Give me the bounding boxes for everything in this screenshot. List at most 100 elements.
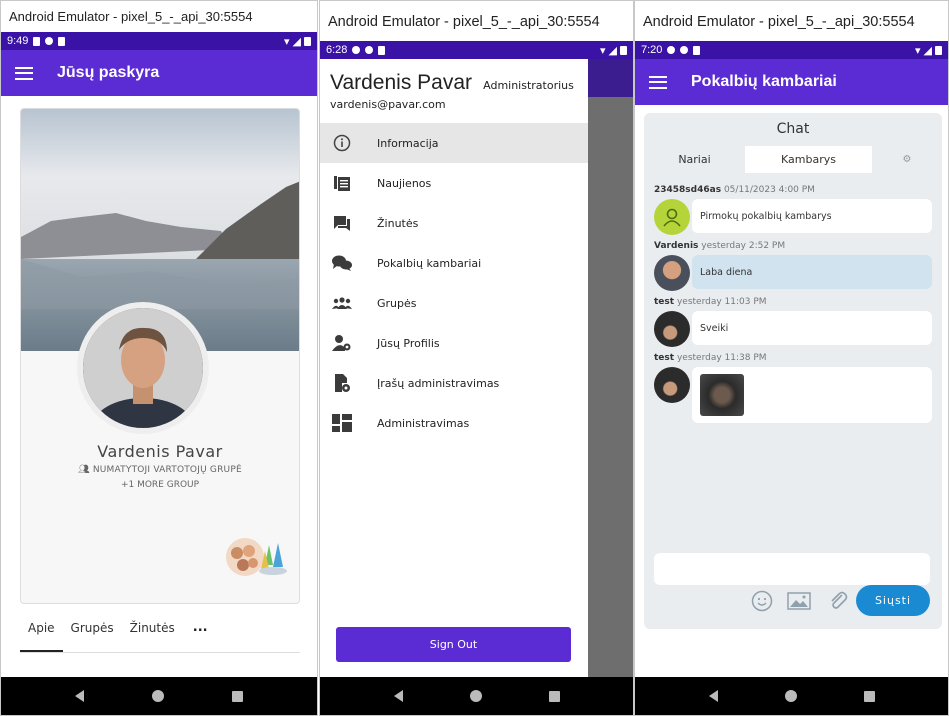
menu-item-grupes[interactable]: Grupės [320, 283, 588, 323]
tab-zinutes[interactable]: Žinutės [122, 613, 183, 652]
message-author: 23458sd46as [654, 185, 722, 195]
menu-icon[interactable] [649, 75, 667, 89]
menu-item-label: Grupės [377, 296, 417, 310]
menu-icon[interactable] [15, 66, 33, 80]
avatar[interactable] [83, 308, 203, 428]
groups-icon [332, 294, 352, 312]
message-time: 05/11/2023 4:00 PM [723, 185, 815, 195]
message-time: yesterday 11:38 PM [676, 353, 767, 363]
notification-icon [58, 36, 66, 46]
message-author: test [654, 297, 675, 307]
notification-icon [680, 46, 689, 54]
battery-icon [304, 36, 311, 46]
status-time: 6:28 [326, 44, 348, 56]
profile-name: Vardenis Pavar [97, 442, 223, 461]
message-meta: 23458sd46as 05/11/2023 4:00 PM [654, 185, 932, 198]
send-button[interactable]: Siųsti [856, 585, 930, 616]
wifi-icon: ▾ [915, 44, 921, 57]
profile-settings-icon [332, 334, 352, 352]
recents-icon[interactable] [232, 690, 243, 702]
more-groups-link[interactable]: +1 MORE GROUP [21, 480, 299, 490]
page-title: Pokalbių kambariai [691, 73, 837, 90]
wifi-icon: ▾ [600, 44, 606, 57]
more-tabs-button[interactable]: ... [183, 613, 218, 652]
menu-item-zinutes[interactable]: Žinutės [320, 203, 588, 243]
menu-item-administravimas[interactable]: Administravimas [320, 403, 588, 443]
user-email: vardenis@pavar.com [330, 98, 446, 111]
group-icon: 👥︎ [78, 465, 93, 475]
user-placeholder-icon[interactable] [654, 199, 690, 235]
image-icon[interactable] [787, 589, 811, 613]
avatar[interactable] [654, 367, 690, 403]
window-title: Android Emulator - pixel_5_-_api_30:5554 [320, 1, 633, 41]
back-icon[interactable] [75, 690, 84, 702]
message-input[interactable] [654, 553, 930, 585]
status-time: 9:49 [7, 35, 29, 47]
tab-kambarys[interactable]: Kambarys [745, 146, 872, 173]
notification-icon [352, 46, 361, 54]
chat-title: Chat [776, 121, 810, 137]
page-title: Jūsų paskyra [57, 64, 160, 81]
message-row: Laba diena [654, 255, 932, 291]
emulator-window-drawer: Android Emulator - pixel_5_-_api_30:5554… [319, 0, 634, 716]
status-bar: 6:28 ▾ ◢ [320, 41, 633, 59]
recents-icon[interactable] [548, 690, 560, 702]
avatar[interactable] [654, 311, 690, 347]
message-bubble: Sveiki [692, 311, 932, 345]
menu-item-label: Pokalbių kambariai [377, 256, 482, 270]
profile-tabs: Apie Grupės Žinutės ... [20, 613, 300, 653]
tab-apie[interactable]: Apie [20, 613, 63, 652]
menu-item-irasu-administravimas[interactable]: Įrašų administravimas [320, 363, 588, 403]
chat-rooms-icon [332, 254, 352, 272]
profile-card: Vardenis Pavar 👥︎ NUMATYTOJI VARTOTOJŲ G… [20, 108, 300, 604]
window-title: Android Emulator - pixel_5_-_api_30:5554 [635, 1, 948, 41]
menu-item-label: Įrašų administravimas [377, 376, 500, 390]
tab-grupes[interactable]: Grupės [63, 613, 122, 652]
android-nav-bar [320, 677, 633, 715]
notification-icon [33, 36, 41, 46]
app-bar: Jūsų paskyra [1, 50, 317, 96]
back-icon[interactable] [708, 690, 718, 702]
drawer-scrim[interactable] [588, 59, 633, 677]
home-icon[interactable] [784, 690, 797, 702]
menu-item-naujienos[interactable]: Naujienos [320, 163, 588, 203]
profile-group-label: NUMATYTOJI VARTOTOJŲ GRUPĖ [92, 465, 242, 475]
message-meta: test yesterday 11:38 PM [654, 353, 932, 366]
user-name: Vardenis Pavar [330, 71, 473, 94]
app-bar: Pokalbių kambariai [635, 59, 948, 105]
signal-icon: ◢ [292, 35, 301, 48]
menu-item-pokalbiu-kambariai[interactable]: Pokalbių kambariai [320, 243, 588, 283]
android-nav-bar [1, 677, 317, 715]
signal-icon: ◢ [923, 44, 932, 57]
attachment-icon[interactable] [826, 589, 850, 613]
menu-item-label: Administravimas [377, 416, 470, 430]
message-author: Vardenis [654, 241, 699, 251]
message-bubble [692, 367, 932, 423]
group-logo-icon[interactable] [223, 535, 289, 577]
user-role: Administratorius [483, 79, 574, 92]
emulator-window-chat: Android Emulator - pixel_5_-_api_30:5554… [634, 0, 949, 716]
message-row [654, 367, 932, 423]
attached-image[interactable] [700, 374, 744, 416]
sign-out-button[interactable]: Sign Out [336, 627, 571, 662]
home-icon[interactable] [469, 690, 482, 702]
menu-item-informacija[interactable]: Informacija [320, 123, 588, 163]
window-title: Android Emulator - pixel_5_-_api_30:5554 [1, 1, 317, 32]
chat-settings-icon[interactable]: ⚙ [872, 146, 942, 173]
message-meta: test yesterday 11:03 PM [654, 297, 932, 310]
menu-item-jusu-profilis[interactable]: Jūsų Profilis [320, 323, 588, 363]
status-time: 7:20 [641, 44, 663, 56]
emoji-icon[interactable] [750, 589, 774, 613]
message-bubble: Pirmokų pokalbių kambarys [692, 199, 932, 233]
battery-icon [935, 45, 942, 55]
android-nav-bar [635, 677, 948, 715]
home-icon[interactable] [152, 690, 164, 702]
message-bubble: Laba diena [692, 255, 932, 289]
notification-icon [365, 46, 374, 54]
tab-nariai[interactable]: Nariai [644, 146, 745, 173]
menu-item-label: Žinutės [377, 216, 419, 230]
recents-icon[interactable] [863, 690, 875, 702]
back-icon[interactable] [393, 690, 403, 702]
posts-admin-icon [332, 374, 352, 392]
avatar[interactable] [654, 255, 690, 291]
